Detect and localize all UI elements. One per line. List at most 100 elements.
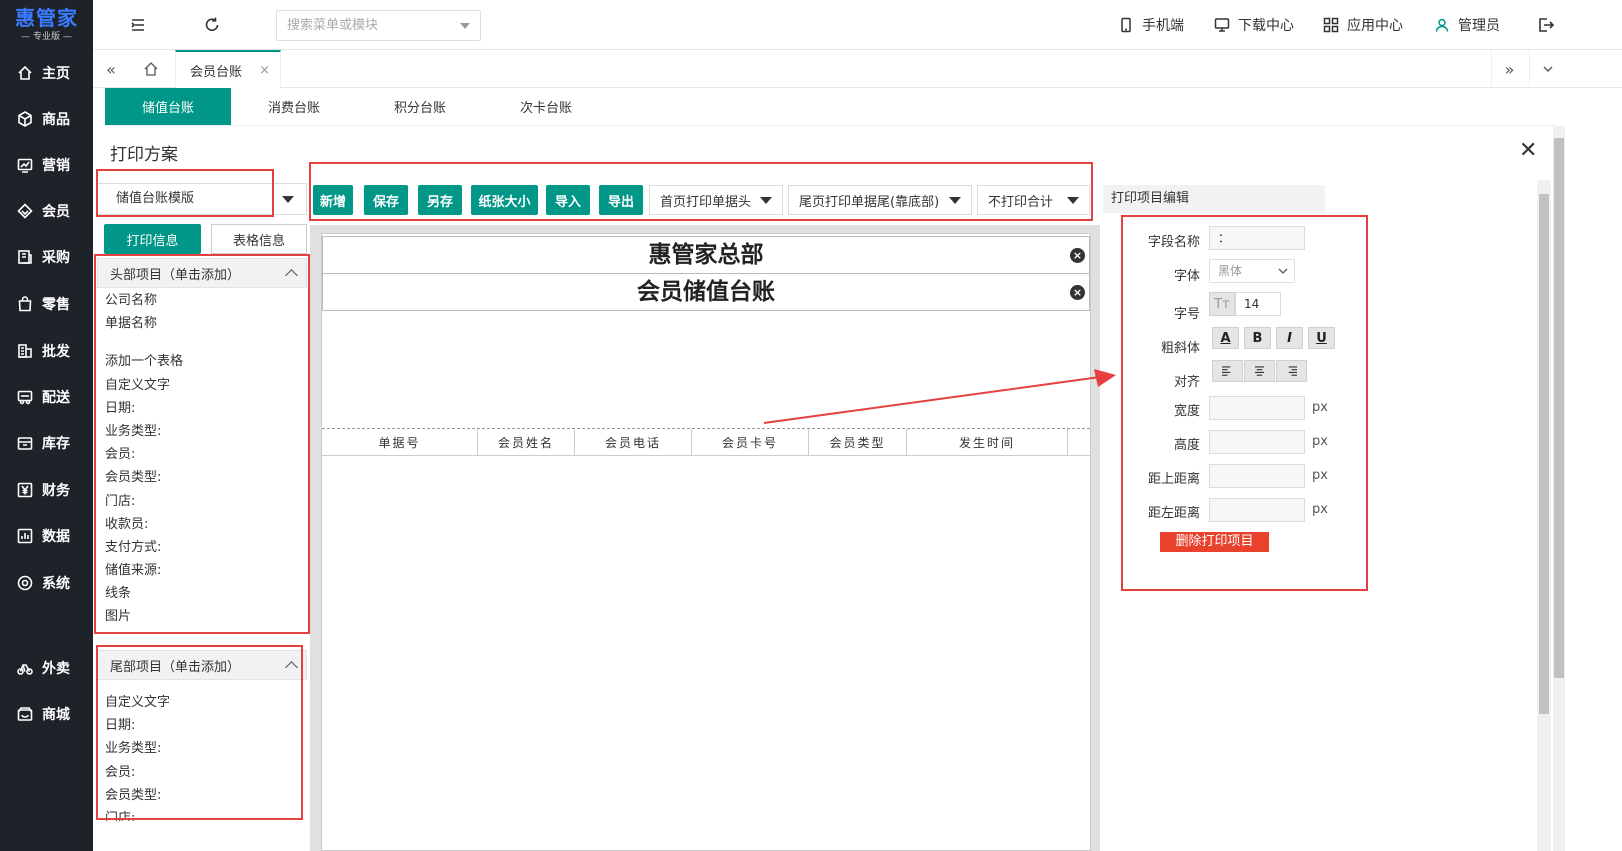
grid-icon xyxy=(1323,17,1339,33)
home-icon xyxy=(16,64,34,82)
sidebar-item-label: 商品 xyxy=(42,112,70,128)
sidebar-item-label: 会员 xyxy=(42,204,70,220)
tabs-scroll-left-icon[interactable]: « xyxy=(93,50,129,88)
print-table[interactable]: 单据号 会员姓名 会员电话 会员卡号 会员类型 发生时间 xyxy=(322,428,1090,456)
sidebar-item-purchase[interactable]: 采购 xyxy=(0,237,93,277)
home-tab-icon[interactable] xyxy=(133,50,169,88)
logo-sub: — 专业版 — xyxy=(21,32,72,42)
tabs-menu-chevron-icon[interactable] xyxy=(1529,50,1565,88)
warehouse-icon xyxy=(16,434,34,452)
receipt-icon xyxy=(16,248,34,266)
search-placeholder: 搜索菜单或模块 xyxy=(287,18,379,33)
mobile-link[interactable]: 手机端 xyxy=(1118,16,1184,34)
close-icon[interactable]: ✕ xyxy=(1519,138,1537,163)
tab-label: 会员台账 xyxy=(190,64,243,80)
sidebar-item-label: 系统 xyxy=(42,576,70,592)
building-icon xyxy=(16,342,34,360)
download-label: 下载中心 xyxy=(1238,18,1294,34)
sidebar-item-finance[interactable]: 财务 xyxy=(0,470,93,510)
table-column-header[interactable]: 发生时间 xyxy=(907,429,1068,456)
menu-toggle-icon[interactable] xyxy=(129,16,147,34)
sidebar-item-delivery[interactable]: 配送 xyxy=(0,377,93,417)
logout-icon[interactable] xyxy=(1537,16,1555,34)
print-info-tab[interactable]: 打印信息 xyxy=(104,224,201,254)
table-column-header[interactable]: 会员类型 xyxy=(809,429,907,456)
annotation-box-toolbar xyxy=(309,162,1093,221)
sidebar-item-data[interactable]: 数据 xyxy=(0,516,93,556)
table-column-header[interactable]: 会员电话 xyxy=(575,429,692,456)
table-info-tab[interactable]: 表格信息 xyxy=(211,224,307,254)
page-scrollbar[interactable] xyxy=(1553,126,1565,851)
user-label: 管理员 xyxy=(1458,18,1500,34)
user-menu[interactable]: 管理员 xyxy=(1434,16,1500,34)
monitor-icon xyxy=(1214,18,1230,32)
company-name-text: 惠管家总部 xyxy=(648,242,764,268)
sidebar-item-mall[interactable]: 商城 xyxy=(0,694,93,734)
close-tab-icon[interactable]: × xyxy=(259,63,270,78)
editor-title: 打印项目编辑 xyxy=(1103,185,1325,213)
bike-icon xyxy=(16,659,34,677)
tab-member-ledger[interactable]: 会员台账 × xyxy=(175,50,281,88)
panel-scrollbar[interactable] xyxy=(1537,180,1551,851)
refresh-icon[interactable] xyxy=(203,16,221,34)
sidebar-item-label: 采购 xyxy=(42,250,70,266)
canvas-doc-name[interactable]: 会员储值台账 × xyxy=(322,273,1090,311)
subtab-consumption[interactable]: 消费台账 xyxy=(231,88,357,125)
sidebar-item-marketing[interactable]: 营销 xyxy=(0,145,93,185)
topbar: 搜索菜单或模块 手机端 下载中心 应用中心 管理员 xyxy=(93,0,1622,50)
chevron-down-icon xyxy=(282,196,294,203)
search-select[interactable]: 搜索菜单或模块 xyxy=(276,10,481,41)
canvas-company-name[interactable]: 惠管家总部 × xyxy=(322,236,1090,274)
sidebar-item-label: 配送 xyxy=(42,390,70,406)
mobile-label: 手机端 xyxy=(1142,18,1184,34)
sidebar-item-label: 库存 xyxy=(42,436,70,452)
print-canvas xyxy=(321,233,1091,851)
app-center-link[interactable]: 应用中心 xyxy=(1323,16,1403,34)
annotation-box-editor xyxy=(1121,215,1368,591)
sidebar-item-label: 数据 xyxy=(42,529,70,545)
subtab-points[interactable]: 积分台账 xyxy=(357,88,483,125)
sidebar-item-takeout[interactable]: 外卖 xyxy=(0,648,93,688)
apps-label: 应用中心 xyxy=(1347,18,1403,34)
sidebar: 惠管家 — 专业版 — 主页 商品 营销 会员 采购 零售 批发 配送 库存 财… xyxy=(0,0,93,851)
sidebar-item-inventory[interactable]: 库存 xyxy=(0,423,93,463)
subtab-times-card[interactable]: 次卡台账 xyxy=(483,88,609,125)
shop-icon xyxy=(16,705,34,723)
scrollbar-thumb[interactable] xyxy=(1554,138,1564,678)
table-column-header[interactable]: 会员姓名 xyxy=(478,429,575,456)
user-icon xyxy=(1435,18,1449,32)
diamond-icon xyxy=(16,202,34,220)
settings-icon xyxy=(16,574,34,592)
tab-bar: « 会员台账 × » xyxy=(93,50,1622,88)
cube-icon xyxy=(16,110,34,128)
table-column-header[interactable]: 会员卡号 xyxy=(692,429,809,456)
sidebar-item-wholesale[interactable]: 批发 xyxy=(0,331,93,371)
annotation-box-template xyxy=(96,169,274,217)
sidebar-item-goods[interactable]: 商品 xyxy=(0,99,93,139)
download-center-link[interactable]: 下载中心 xyxy=(1214,16,1294,34)
table-column-header-extra xyxy=(1068,429,1088,456)
logo[interactable]: 惠管家 — 专业版 — xyxy=(0,0,93,50)
remove-item-icon[interactable]: × xyxy=(1070,248,1085,263)
annotation-box-header-items xyxy=(94,254,310,634)
scrollbar-thumb[interactable] xyxy=(1539,194,1549,714)
phone-icon xyxy=(1121,17,1131,33)
annotation-arrow xyxy=(763,369,1116,424)
yen-icon xyxy=(16,481,34,499)
sidebar-item-home[interactable]: 主页 xyxy=(0,53,93,93)
subtab-stored-value[interactable]: 储值台账 xyxy=(105,88,231,125)
sidebar-item-label: 商城 xyxy=(42,707,70,723)
tabs-scroll-right-icon[interactable]: » xyxy=(1491,50,1527,88)
ledger-subtabs: 储值台账 消费台账 积分台账 次卡台账 xyxy=(105,88,1555,126)
sidebar-item-label: 批发 xyxy=(42,344,70,360)
table-column-header[interactable]: 单据号 xyxy=(322,429,478,456)
sidebar-item-system[interactable]: 系统 xyxy=(0,563,93,603)
sidebar-item-label: 零售 xyxy=(42,297,70,313)
print-scheme-title: 打印方案 xyxy=(110,145,178,165)
remove-item-icon[interactable]: × xyxy=(1070,285,1085,300)
logo-main: 惠管家 xyxy=(15,6,78,30)
annotation-box-footer-items xyxy=(96,645,303,820)
sidebar-item-label: 主页 xyxy=(42,66,70,82)
sidebar-item-member[interactable]: 会员 xyxy=(0,191,93,231)
sidebar-item-retail[interactable]: 零售 xyxy=(0,284,93,324)
